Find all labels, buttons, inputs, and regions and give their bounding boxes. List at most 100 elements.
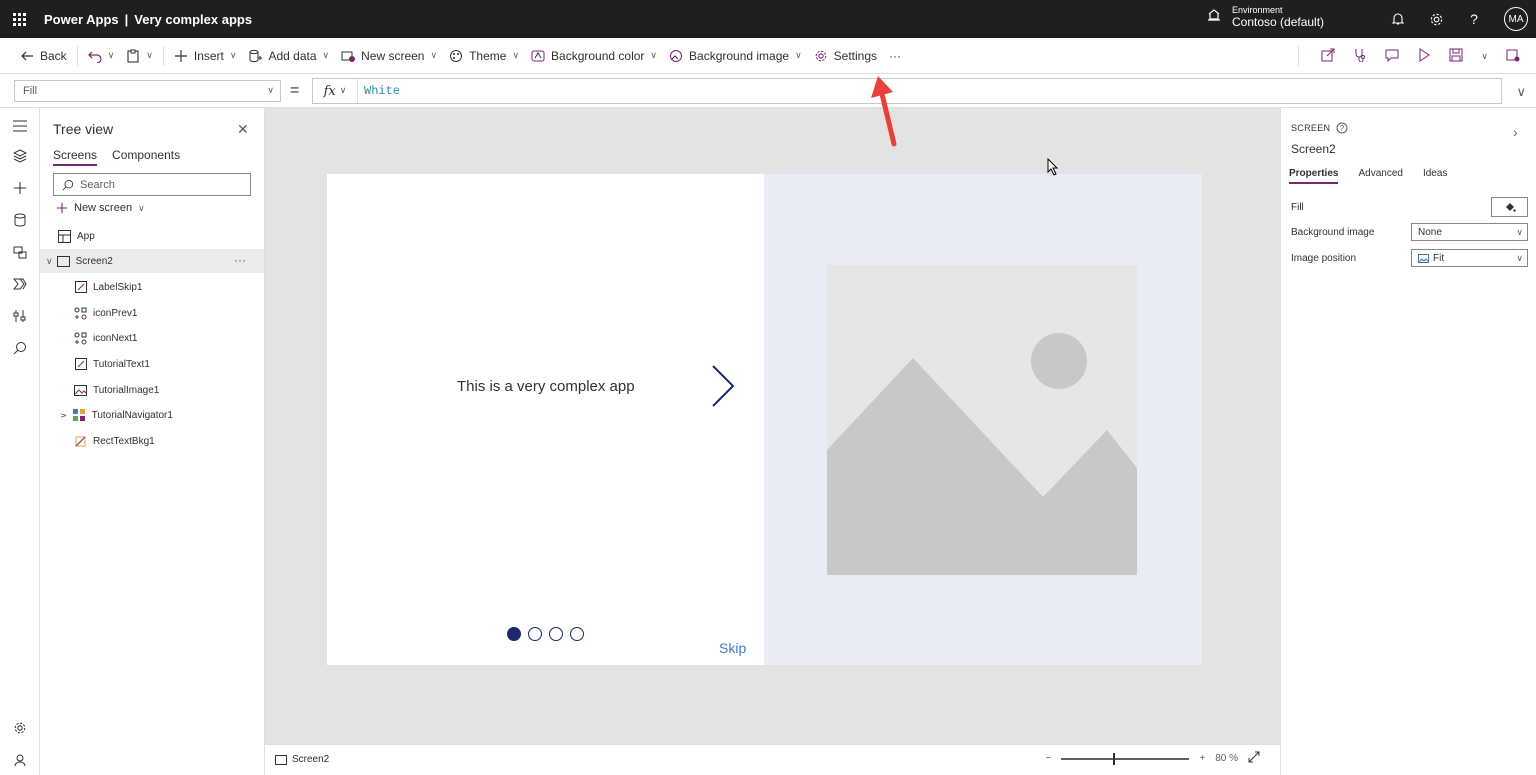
zoom-in-button[interactable]: + — [1199, 753, 1205, 764]
current-screen-indicator[interactable]: Screen2 — [275, 754, 329, 765]
page-dot[interactable] — [570, 627, 584, 641]
component-icon — [72, 408, 86, 422]
tutorial-image[interactable] — [764, 174, 1202, 665]
tree-item-app[interactable]: App — [40, 224, 264, 248]
chevron-down-icon[interactable]: ∨ — [1481, 51, 1488, 62]
background-image-button[interactable]: Background image ∨ — [663, 38, 808, 74]
environment-picker[interactable]: Environment Contoso (default) — [1206, 4, 1324, 28]
chevron-down-icon[interactable]: ∨ — [146, 50, 153, 61]
annotation-arrow-icon — [871, 76, 897, 147]
property-selector[interactable]: Fill ∨ — [14, 80, 281, 102]
tab-screens[interactable]: Screens — [53, 148, 98, 166]
tree-item-tutorialtext1[interactable]: TutorialText1 — [40, 352, 264, 376]
settings-button[interactable]: Settings — [808, 38, 883, 74]
expand-formula-icon[interactable]: ∨ — [1516, 84, 1526, 100]
control-name[interactable]: Screen2 — [1291, 142, 1336, 156]
fill-color-picker[interactable] — [1491, 197, 1528, 217]
background-color-button[interactable]: Background color ∨ — [525, 38, 663, 74]
undo-button[interactable]: ∨ — [82, 38, 121, 74]
virtual-agent-icon[interactable] — [12, 752, 28, 768]
paste-button[interactable]: ∨ — [120, 38, 159, 74]
tree-item-iconnext1[interactable]: iconNext1 — [40, 326, 264, 350]
power-automate-icon[interactable] — [12, 276, 28, 292]
avatar[interactable]: MA — [1504, 7, 1528, 31]
tree-item-tutorialnavigator1[interactable]: ∨ TutorialNavigator1 — [40, 403, 264, 427]
publish-icon[interactable] — [1506, 48, 1520, 65]
tree-item-screen2[interactable]: ∨ Screen2 ··· — [40, 249, 264, 273]
chevron-down-icon[interactable]: ∨ — [46, 256, 53, 267]
tree-item-label: LabelSkip1 — [93, 281, 143, 293]
tree-search-input[interactable]: Search — [53, 173, 251, 196]
gear-icon[interactable] — [1428, 11, 1444, 27]
image-position-value: Fit — [1433, 252, 1445, 264]
chevron-down-icon[interactable]: ∨ — [108, 50, 115, 61]
more-options-icon[interactable]: ··· — [234, 253, 246, 267]
layers-icon[interactable] — [12, 148, 28, 164]
database-icon[interactable] — [12, 212, 28, 228]
chevron-right-icon[interactable]: › — [1513, 124, 1518, 140]
tree-item-recttextbkg1[interactable]: RectTextBkg1 — [40, 429, 264, 453]
media-icon[interactable] — [12, 244, 28, 260]
formula-value[interactable]: White — [364, 84, 400, 98]
chevron-down-icon: ∨ — [138, 202, 145, 213]
tab-properties[interactable]: Properties — [1289, 168, 1339, 184]
page-dot[interactable] — [507, 627, 521, 641]
background-image-value: None — [1418, 226, 1442, 238]
tree-item-tutorialimage1[interactable]: TutorialImage1 — [40, 378, 264, 402]
tutorial-text[interactable]: This is a very complex app — [457, 378, 635, 395]
chevron-right-icon[interactable]: ∨ — [58, 412, 69, 419]
tab-ideas[interactable]: Ideas — [1423, 168, 1447, 184]
app-screen[interactable]: This is a very complex app Skip — [327, 174, 1202, 665]
fill-property: Fill — [1291, 197, 1529, 217]
background-image-dropdown[interactable]: None ∨ — [1411, 223, 1528, 241]
search-icon[interactable] — [12, 340, 28, 356]
page-dot[interactable] — [528, 627, 542, 641]
skip-link[interactable]: Skip — [719, 640, 746, 656]
fit-to-window-icon[interactable] — [1248, 751, 1260, 766]
share-icon[interactable] — [1321, 48, 1335, 65]
title-separator: | — [124, 11, 129, 27]
page-dot[interactable] — [549, 627, 563, 641]
more-commands-button[interactable]: ··· — [883, 38, 907, 74]
theme-button[interactable]: Theme ∨ — [443, 38, 525, 74]
hamburger-icon[interactable] — [12, 118, 28, 134]
back-button[interactable]: Back — [14, 38, 73, 74]
formula-bar: Fill ∨ = fx ∨ White ∨ — [0, 74, 1536, 108]
gear-icon[interactable] — [12, 720, 28, 736]
new-screen-button[interactable]: New screen ∨ — [56, 202, 145, 214]
tree-item-iconprev1[interactable]: iconPrev1 — [40, 301, 264, 325]
plus-icon[interactable] — [12, 180, 28, 196]
help-icon[interactable]: ? — [1466, 11, 1482, 27]
image-icon — [74, 384, 87, 397]
app-checker-icon[interactable] — [1353, 48, 1367, 65]
tree-item-labelskip1[interactable]: LabelSkip1 — [40, 275, 264, 299]
mouse-cursor-icon — [1047, 158, 1059, 176]
play-icon[interactable] — [1417, 47, 1431, 65]
close-icon[interactable]: ✕ — [237, 121, 249, 138]
add-data-button[interactable]: Add data ∨ — [242, 38, 335, 74]
fx-button[interactable]: fx ∨ — [313, 79, 358, 103]
insert-button[interactable]: Insert ∨ — [168, 38, 243, 74]
zoom-value: 80 % — [1215, 753, 1238, 764]
help-icon[interactable]: ? — [1336, 122, 1348, 134]
settings-icon — [815, 50, 827, 61]
zoom-slider-thumb[interactable] — [1112, 752, 1115, 765]
zoom-out-button[interactable]: − — [1046, 753, 1052, 764]
advanced-tools-icon[interactable] — [12, 308, 28, 324]
bell-icon[interactable] — [1390, 11, 1406, 27]
waffle-icon[interactable] — [0, 0, 38, 38]
save-icon[interactable] — [1449, 48, 1463, 65]
zoom-controls: − + 80 % — [1046, 751, 1261, 766]
environment-name: Contoso (default) — [1232, 15, 1325, 29]
rect-text-background[interactable]: This is a very complex app Skip — [327, 174, 764, 665]
next-arrow-icon[interactable] — [707, 364, 737, 408]
new-screen-button[interactable]: New screen ∨ — [335, 38, 443, 74]
comment-icon[interactable] — [1385, 48, 1399, 65]
tab-advanced[interactable]: Advanced — [1358, 168, 1402, 184]
tab-components[interactable]: Components — [112, 148, 180, 166]
formula-input[interactable]: fx ∨ White — [312, 78, 1502, 104]
canvas-area[interactable]: This is a very complex app Skip — [265, 108, 1280, 744]
image-position-dropdown[interactable]: Fit ∨ — [1411, 249, 1528, 267]
tutorial-navigator[interactable] — [507, 627, 584, 641]
zoom-slider[interactable] — [1061, 752, 1190, 765]
